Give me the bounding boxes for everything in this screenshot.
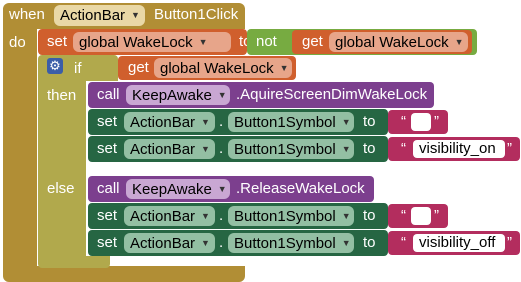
get-variable-dropdown[interactable]: global WakeLock ▼ (329, 32, 468, 52)
call-label: call (97, 86, 120, 103)
component-label: ActionBar (60, 7, 126, 24)
text-value: visibility_on (419, 140, 496, 157)
set-label: set (97, 113, 118, 130)
if-label: if (74, 60, 82, 77)
quote-close: ” (434, 207, 439, 224)
keepawake-dropdown[interactable]: KeepAwake ▼ (126, 179, 230, 199)
variable-name: global WakeLock (335, 34, 449, 51)
get-label: get (302, 33, 323, 50)
if-get-variable-dropdown[interactable]: global WakeLock ▼ (154, 58, 292, 78)
component-label: ActionBar (130, 235, 196, 252)
method-name: .AquireScreenDimWakeLock (236, 86, 428, 103)
to-label: to (363, 113, 376, 130)
chevron-down-icon: ▼ (341, 144, 351, 154)
dot: . (219, 207, 224, 224)
dot: . (219, 234, 224, 251)
quote-close: ” (434, 113, 439, 130)
component-dropdown[interactable]: ActionBar ▼ (124, 206, 215, 226)
to-label: to (363, 234, 376, 251)
chevron-down-icon: ▼ (341, 238, 351, 248)
component-dropdown-actionbar[interactable]: ActionBar ▼ (54, 5, 145, 26)
property-dropdown[interactable]: Button1Symbol ▼ (228, 233, 354, 253)
property-dropdown[interactable]: Button1Symbol ▼ (228, 112, 354, 132)
variable-dropdown[interactable]: global WakeLock ▼ (73, 32, 231, 52)
property-label: Button1Symbol (234, 141, 336, 158)
if-footer (38, 256, 110, 268)
dot: . (219, 140, 224, 157)
chevron-down-icon: ▼ (217, 90, 227, 100)
text-value-empty[interactable] (411, 207, 431, 225)
when-spine (3, 28, 37, 273)
text-value-box[interactable]: visibility_off (413, 234, 505, 252)
keepawake-dropdown[interactable]: KeepAwake ▼ (126, 85, 230, 105)
gear-icon[interactable]: ⚙ (47, 58, 63, 74)
call-label: call (97, 180, 120, 197)
chevron-down-icon: ▼ (131, 10, 140, 20)
component-dropdown[interactable]: ActionBar ▼ (124, 112, 215, 132)
to-label: to (363, 140, 376, 157)
chevron-down-icon: ▼ (279, 63, 289, 73)
text-value-empty[interactable] (411, 113, 431, 131)
component-label: KeepAwake (132, 87, 212, 104)
quote-close: ” (507, 140, 512, 157)
set-label: set (97, 140, 118, 157)
property-label: Button1Symbol (234, 235, 336, 252)
method-name: .ReleaseWakeLock (236, 180, 365, 197)
component-label: KeepAwake (132, 181, 212, 198)
event-name: Button1Click (154, 6, 239, 23)
if-spine (38, 80, 86, 264)
variable-name: global WakeLock (79, 34, 193, 51)
chevron-down-icon: ▼ (201, 238, 210, 248)
quote-close: ” (507, 234, 512, 251)
text-value-box[interactable]: visibility_on (413, 140, 505, 158)
set-label: set (97, 207, 118, 224)
variable-name: global WakeLock (160, 60, 274, 77)
component-label: ActionBar (130, 114, 196, 131)
component-label: ActionBar (130, 208, 196, 225)
quote-open: “ (401, 234, 406, 251)
property-dropdown[interactable]: Button1Symbol ▼ (228, 206, 354, 226)
chevron-down-icon: ▼ (201, 211, 210, 221)
chevron-down-icon: ▼ (217, 184, 227, 194)
do-label: do (9, 34, 26, 51)
chevron-down-icon: ▼ (341, 117, 351, 127)
chevron-down-icon: ▼ (201, 144, 210, 154)
property-dropdown[interactable]: Button1Symbol ▼ (228, 139, 354, 159)
component-dropdown[interactable]: ActionBar ▼ (124, 233, 215, 253)
text-value: visibility_off (419, 234, 496, 251)
not-label: not (256, 33, 277, 50)
chevron-down-icon: ▼ (198, 37, 208, 47)
component-dropdown[interactable]: ActionBar ▼ (124, 139, 215, 159)
else-label: else (47, 180, 75, 197)
when-label: when (9, 6, 45, 23)
chevron-down-icon: ▼ (454, 37, 464, 47)
quote-open: “ (401, 140, 406, 157)
dot: . (219, 113, 224, 130)
when-footer (3, 266, 245, 282)
to-label: to (363, 207, 376, 224)
quote-open: “ (401, 113, 406, 130)
chevron-down-icon: ▼ (341, 211, 351, 221)
chevron-down-icon: ▼ (201, 117, 210, 127)
component-label: ActionBar (130, 141, 196, 158)
then-label: then (47, 87, 77, 104)
set-label: set (47, 33, 68, 50)
property-label: Button1Symbol (234, 114, 336, 131)
set-label: set (97, 234, 118, 251)
get-label: get (128, 59, 149, 76)
quote-open: “ (401, 207, 406, 224)
property-label: Button1Symbol (234, 208, 336, 225)
